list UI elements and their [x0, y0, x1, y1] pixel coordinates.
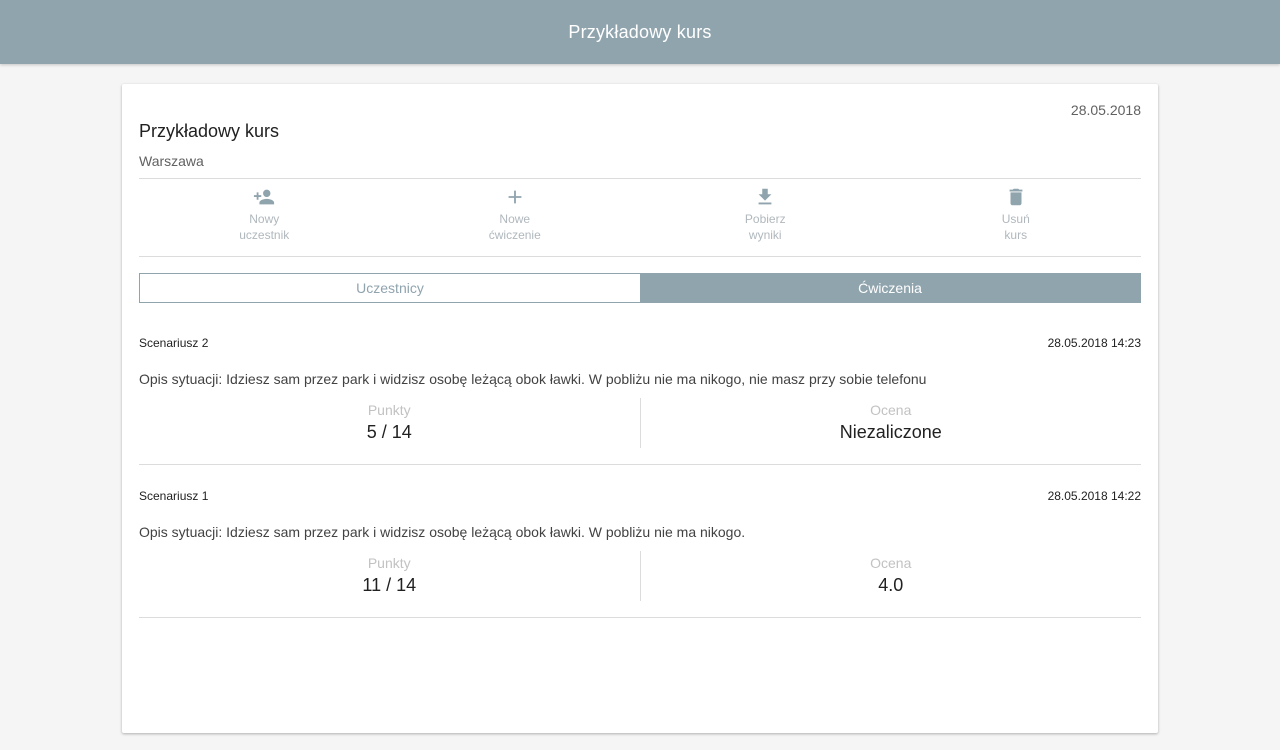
exercise-divider	[139, 617, 1141, 618]
download-results-label: Pobierz wyniki	[744, 212, 786, 242]
plus-icon	[504, 186, 526, 208]
course-title: Przykładowy kurs	[139, 121, 280, 141]
delete-course-label: Usuń kurs	[1001, 212, 1030, 242]
exercise-divider	[139, 464, 1141, 465]
actions-divider	[139, 256, 1141, 257]
app-bar: Przykładowy kurs	[0, 0, 1280, 64]
tab-bar: Uczestnicy Ćwiczenia	[139, 273, 1141, 303]
grade-value: 4.0	[878, 575, 904, 595]
course-actions: Nowy uczestnik Nowe ćwiczenie Pobierz wynik…	[139, 179, 1141, 257]
points-label: Punkty	[367, 402, 411, 418]
tab-participants[interactable]: Uczestnicy	[140, 274, 640, 302]
exercise-name: Scenariusz 1	[139, 489, 209, 503]
course-card: 28.05.2018 Przykładowy kurs Warszawa Now…	[122, 84, 1158, 733]
points-stat: Punkty 11 / 14	[139, 551, 640, 601]
trash-icon	[1005, 186, 1027, 208]
new-participant-label: Nowy uczestnik	[239, 212, 290, 242]
app-bar-title: Przykładowy kurs	[568, 21, 712, 42]
exercise-datetime: 28.05.2018 14:23	[1047, 336, 1141, 350]
tab-exercises[interactable]: Ćwiczenia	[640, 274, 1140, 302]
points-stat: Punkty 5 / 14	[139, 398, 640, 448]
download-icon	[754, 186, 776, 208]
new-exercise-label: Nowe ćwiczenie	[488, 212, 541, 242]
grade-label: Ocena	[870, 402, 912, 418]
exercise-name: Scenariusz 2	[139, 336, 209, 350]
exercise-stats: Punkty 11 / 14 Ocena 4.0	[139, 551, 1141, 601]
points-label: Punkty	[367, 555, 411, 571]
grade-label: Ocena	[870, 555, 912, 571]
points-value: 11 / 14	[362, 575, 417, 595]
new-exercise-button[interactable]: Nowe ćwiczenie	[390, 179, 641, 257]
grade-value: Niezaliczone	[839, 422, 942, 442]
exercise-item[interactable]: Scenariusz 2 28.05.2018 14:23 Opis sytua…	[139, 336, 1141, 489]
exercise-description: Opis sytuacji: Idziesz sam przez park i …	[139, 371, 927, 387]
grade-stat: Ocena Niezaliczone	[639, 398, 1142, 448]
course-date: 28.05.2018	[1070, 102, 1141, 118]
add-person-icon	[253, 186, 275, 208]
points-value: 5 / 14	[366, 422, 412, 442]
grade-stat: Ocena 4.0	[639, 551, 1142, 601]
new-participant-button[interactable]: Nowy uczestnik	[139, 179, 390, 257]
exercise-item[interactable]: Scenariusz 1 28.05.2018 14:22 Opis sytua…	[139, 489, 1141, 642]
download-results-button[interactable]: Pobierz wyniki	[640, 179, 891, 257]
course-city: Warszawa	[139, 153, 204, 169]
exercise-description: Opis sytuacji: Idziesz sam przez park i …	[139, 524, 746, 540]
delete-course-button[interactable]: Usuń kurs	[891, 179, 1142, 257]
exercise-datetime: 28.05.2018 14:22	[1047, 489, 1141, 503]
exercise-stats: Punkty 5 / 14 Ocena Niezaliczone	[139, 398, 1141, 448]
